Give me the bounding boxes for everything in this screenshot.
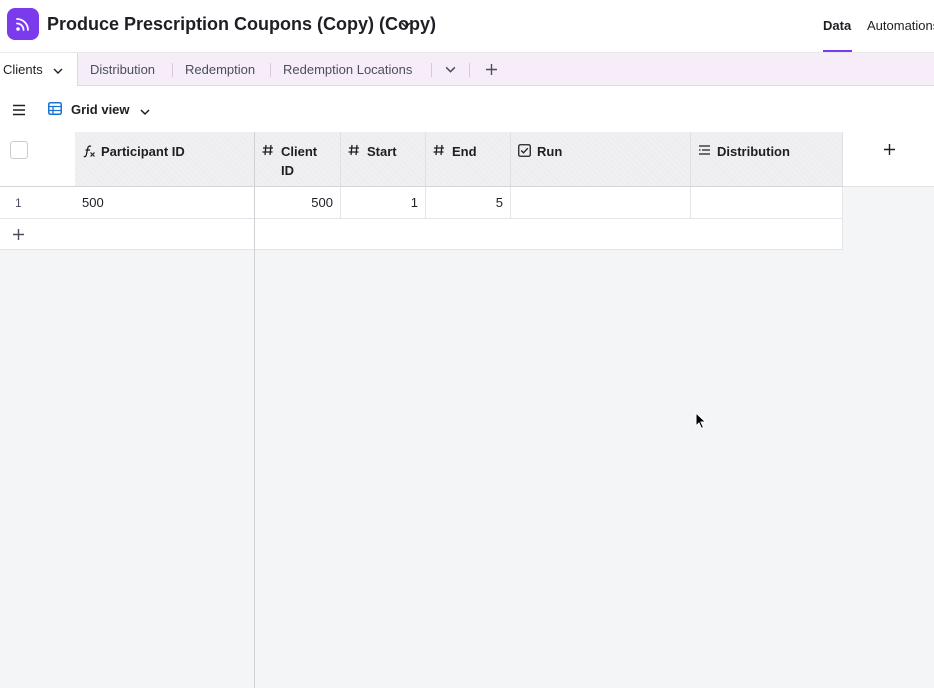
airtable-app: Produce Prescription Coupons (Copy) (Cop…: [0, 0, 934, 688]
view-bar: Grid view: [0, 86, 934, 132]
row-number: 1: [15, 196, 22, 210]
column-header-label: Start: [367, 144, 397, 159]
tab-data[interactable]: Data: [823, 18, 851, 33]
tab-divider: [172, 63, 173, 77]
table-tab-redemption[interactable]: Redemption: [185, 53, 255, 86]
cell-run[interactable]: [511, 187, 691, 219]
cell-client-id[interactable]: 500: [255, 187, 341, 219]
grid-view-icon[interactable]: [48, 102, 62, 120]
cell-end[interactable]: 5: [426, 187, 511, 219]
cell-participant-id[interactable]: 500: [75, 187, 255, 219]
more-tables-chevron-icon[interactable]: [444, 63, 457, 81]
link-list-icon: [698, 144, 711, 159]
tab-divider: [270, 63, 271, 77]
column-header-participant-id[interactable]: Participant ID: [75, 132, 255, 187]
top-header: Produce Prescription Coupons (Copy) (Cop…: [0, 0, 934, 53]
view-name[interactable]: Grid view: [71, 102, 130, 117]
column-header-end[interactable]: End: [426, 132, 511, 187]
cell-distribution[interactable]: [691, 187, 843, 219]
column-header-distribution[interactable]: Distribution: [691, 132, 843, 187]
frozen-column-divider[interactable]: [254, 132, 255, 688]
column-header-client-id[interactable]: Client ID: [255, 132, 341, 187]
checkbox-icon: [518, 144, 531, 160]
table-tab-clients[interactable]: Clients: [0, 53, 78, 86]
tab-automations[interactable]: Automations: [867, 18, 934, 33]
plus-icon: [883, 143, 896, 161]
cell-start[interactable]: 1: [341, 187, 426, 219]
hash-icon: [262, 144, 274, 159]
chevron-down-icon[interactable]: [400, 18, 412, 36]
base-logo-icon[interactable]: [7, 8, 39, 40]
table-tab-label: Clients: [3, 62, 43, 77]
tab-data-underline: [823, 50, 852, 52]
column-header-label: Run: [537, 144, 563, 159]
base-title[interactable]: Produce Prescription Coupons (Copy) (Cop…: [47, 14, 436, 35]
plus-icon: [12, 228, 25, 246]
add-field-button[interactable]: [843, 132, 934, 187]
column-header-label: Distribution: [717, 144, 790, 159]
add-table-plus-icon[interactable]: [485, 63, 498, 81]
hash-icon: [348, 144, 360, 159]
chevron-down-icon[interactable]: [52, 53, 64, 86]
column-header-label: End: [452, 144, 477, 159]
column-header-start[interactable]: Start: [341, 132, 426, 187]
tab-divider: [431, 63, 432, 77]
menu-icon[interactable]: [12, 103, 26, 121]
table-tab-distribution[interactable]: Distribution: [90, 53, 155, 86]
grid-header-row: Participant ID Client ID Start End Run D…: [0, 132, 843, 187]
column-header-run[interactable]: Run: [511, 132, 691, 187]
column-header-label: Participant ID: [101, 144, 185, 159]
select-all-cell: [0, 132, 75, 187]
chevron-down-icon[interactable]: [139, 105, 151, 123]
column-header-label: Client ID: [281, 144, 318, 178]
select-all-checkbox[interactable]: [10, 141, 28, 159]
add-record-row[interactable]: [0, 219, 843, 250]
tab-divider: [469, 63, 470, 77]
table-row[interactable]: 1 500 500 1 5: [0, 187, 843, 219]
table-tab-redemption-locations[interactable]: Redemption Locations: [283, 53, 412, 86]
formula-icon: [82, 144, 96, 161]
table-tabs-bar: Clients Distribution Redemption Redempti…: [0, 53, 934, 86]
hash-icon: [433, 144, 445, 159]
mouse-cursor-icon: [695, 411, 707, 435]
